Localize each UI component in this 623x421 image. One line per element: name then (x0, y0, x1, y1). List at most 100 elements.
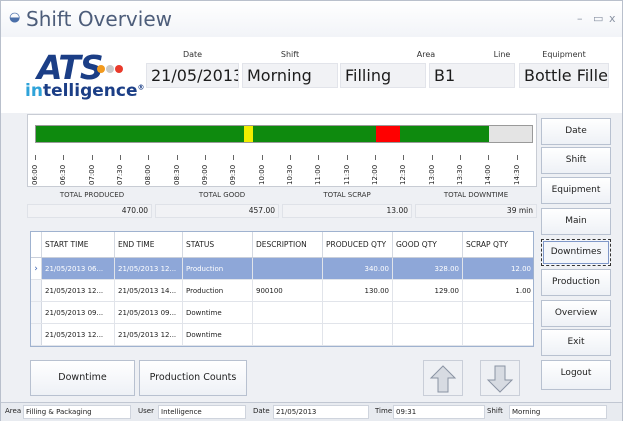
total-scrap-value: 13.00 (282, 204, 412, 218)
column-header[interactable]: SCRAP QTY (463, 232, 533, 257)
row-selector[interactable] (31, 280, 42, 301)
total-good-label: TOTAL GOOD (198, 191, 246, 199)
date-label: Date (182, 50, 203, 59)
table-row[interactable]: 21/05/2013 12... 21/05/2013 14... Producti… (31, 280, 533, 302)
sidebar-button-equipment[interactable]: Equipment (541, 177, 611, 204)
table-row[interactable]: 21/05/2013 09... 21/05/2013 09... Downtime (31, 302, 533, 324)
shift-value: Morning (242, 63, 338, 88)
cell-start: 21/05/2013 06... (42, 258, 115, 279)
scroll-up-button[interactable] (423, 360, 463, 396)
cell-produced: 340.00 (323, 258, 393, 279)
status-bar: Area Filling & Packaging User Intelligen… (1, 402, 622, 421)
row-selector[interactable] (31, 324, 42, 345)
timeline-tick-label: 12:30 (399, 164, 408, 185)
timeline-tick (63, 155, 65, 160)
cell-good: 328.00 (393, 258, 463, 279)
minimize-icon[interactable]: – (577, 12, 583, 25)
timeline-tick-label: 09:00 (201, 164, 210, 185)
timeline-tick-label: 08:00 (144, 164, 153, 185)
table-row[interactable]: › 21/05/2013 06... 21/05/2013 12... Product… (31, 258, 533, 280)
row-selector[interactable]: › (31, 258, 42, 279)
status-time-label: Time (375, 407, 393, 415)
title-bar: ◒ Shift Overview – ▭ x (1, 1, 622, 37)
sidebar-button-main[interactable]: Main (541, 208, 611, 235)
timeline-segment-production (399, 126, 490, 142)
timeline-tick-label: 14:30 (512, 164, 521, 185)
timeline-segment-production (253, 126, 377, 142)
row-selector[interactable] (31, 302, 42, 323)
status-area-label: Area (5, 407, 22, 415)
production-counts-button[interactable]: Production Counts (139, 360, 247, 396)
timeline-segment-production (36, 126, 244, 142)
sidebar-button-overview[interactable]: Overview (541, 300, 611, 327)
total-downtime-value: 39 min (415, 204, 537, 218)
column-header[interactable]: DESCRIPTION (253, 232, 323, 257)
equipment-label: Equipment (542, 50, 586, 59)
status-time-value: 09:31 (393, 405, 485, 419)
timeline-tick (148, 155, 150, 160)
area-label: Area (416, 50, 436, 59)
total-good-value: 457.00 (155, 204, 279, 218)
close-icon[interactable]: x (609, 12, 616, 25)
cell-description: 900100 (253, 280, 323, 301)
sidebar-button-shift[interactable]: Shift (541, 147, 611, 174)
timeline-tick-label: 11:00 (314, 164, 323, 185)
timeline-tick-label: 11:30 (342, 164, 351, 185)
sidebar-button-downtimes[interactable]: Downtimes (541, 239, 611, 266)
cell-produced (323, 324, 393, 345)
total-produced-value: 470.00 (27, 204, 152, 218)
total-scrap-label: TOTAL SCRAP (323, 191, 371, 199)
cell-scrap (463, 302, 533, 323)
area-value: Filling (340, 63, 426, 88)
timeline-tick-label: 08:30 (172, 164, 181, 185)
cell-scrap (463, 324, 533, 345)
cell-produced: 130.00 (323, 280, 393, 301)
sidebar-button-exit[interactable]: Exit (541, 329, 611, 356)
column-header[interactable]: STATUS (183, 232, 253, 257)
column-header[interactable]: START TIME (42, 232, 115, 257)
maximize-icon[interactable]: ▭ (593, 12, 603, 25)
cell-description (253, 258, 323, 279)
cell-start: 21/05/2013 12... (42, 280, 115, 301)
timeline-tick (205, 155, 207, 160)
timeline-tick-label: 09:30 (229, 164, 238, 185)
timeline-segment-idle (243, 126, 254, 142)
cell-status: Production (183, 280, 253, 301)
shift-timeline: 06:00 06:30 07:00 07:30 08:00 08:30 09:00 09:30… (27, 114, 537, 187)
scroll-down-button[interactable] (480, 360, 520, 396)
cell-scrap: 1.00 (463, 280, 533, 301)
column-header[interactable]: PRODUCED QTY (323, 232, 393, 257)
timeline-segment-downtime (376, 126, 400, 142)
grid-header-row: START TIME END TIME STATUS DESCRIPTION PRODU… (31, 232, 533, 258)
cell-status: Downtime (183, 324, 253, 345)
timeline-tick (460, 155, 462, 160)
arrow-down-icon (486, 365, 514, 393)
timeline-tick-label: 07:00 (87, 164, 96, 185)
column-header[interactable]: END TIME (115, 232, 183, 257)
timeline-tick-label: 13:00 (427, 164, 436, 185)
sidebar-button-date[interactable]: Date (541, 118, 611, 145)
timeline-tick-label: 14:00 (484, 164, 493, 185)
status-user-value: Intelligence (158, 405, 246, 419)
status-date-value: 21/05/2013 (273, 405, 369, 419)
table-row[interactable]: 21/05/2013 12... 21/05/2013 12... Downtime (31, 324, 533, 346)
cell-status: Downtime (183, 302, 253, 323)
shift-label: Shift (280, 50, 300, 59)
cell-produced (323, 302, 393, 323)
sidebar-button-logout[interactable]: Logout (541, 360, 611, 390)
timeline-bar (35, 125, 533, 143)
cell-start: 21/05/2013 12... (42, 324, 115, 345)
timeline-tick-label: 06:00 (31, 164, 39, 185)
timeline-tick (375, 155, 377, 160)
column-header[interactable]: GOOD QTY (393, 232, 463, 257)
status-user-label: User (138, 407, 154, 415)
cell-end: 21/05/2013 14... (115, 280, 183, 301)
downtime-button[interactable]: Downtime (30, 360, 135, 396)
timeline-tick (91, 155, 93, 160)
ats-intelligence-logo: ATS intelligence® (25, 48, 144, 104)
timeline-tick (261, 155, 263, 160)
timeline-tick (290, 155, 292, 160)
date-value: 21/05/2013 (146, 63, 239, 88)
shift-records-grid[interactable]: START TIME END TIME STATUS DESCRIPTION PRODU… (30, 231, 534, 347)
sidebar-button-production[interactable]: Production (541, 269, 611, 296)
